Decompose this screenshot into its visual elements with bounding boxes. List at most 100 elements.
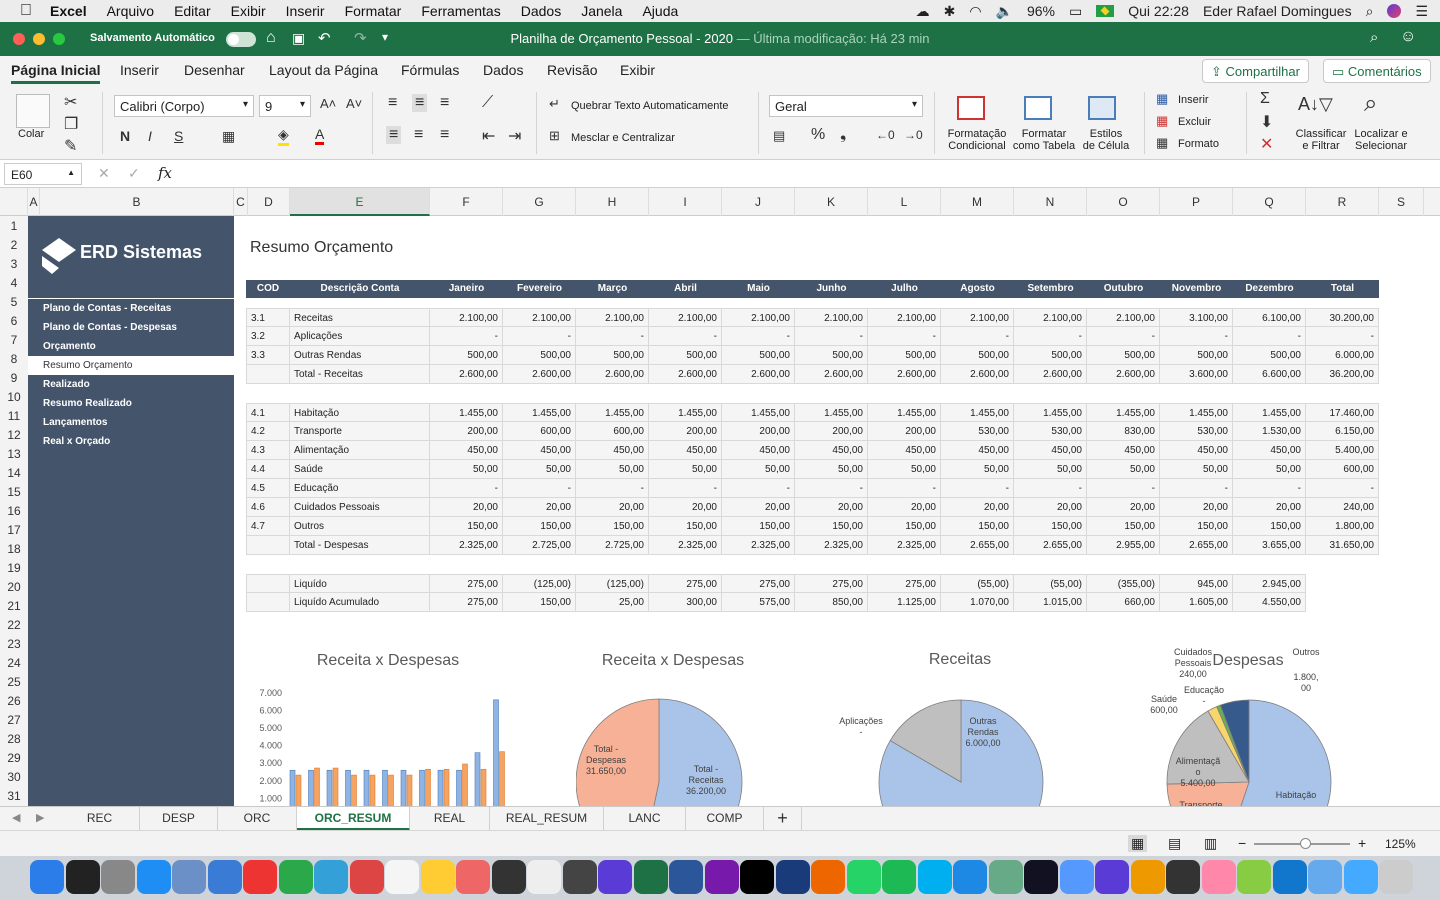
paste-icon[interactable] xyxy=(16,94,50,128)
format-cells-icon[interactable]: ▦ xyxy=(1156,135,1168,151)
table-cell[interactable] xyxy=(246,574,290,593)
bar[interactable] xyxy=(425,768,431,806)
bar[interactable] xyxy=(493,699,499,806)
table-cell[interactable]: - xyxy=(1306,327,1379,346)
copy-icon[interactable]: ❐ xyxy=(64,114,78,134)
table-cell[interactable]: 3.2 xyxy=(246,327,290,346)
paste-label[interactable]: Colar xyxy=(18,128,44,140)
col-header[interactable]: I xyxy=(649,188,722,216)
table-cell[interactable]: - xyxy=(1014,327,1087,346)
table-cell[interactable]: 3.100,00 xyxy=(1160,308,1233,327)
bar[interactable] xyxy=(326,769,333,806)
font-color-icon[interactable]: A xyxy=(315,126,325,145)
table-cell[interactable]: (55,00) xyxy=(1014,574,1087,593)
dock-app-icon[interactable] xyxy=(775,860,810,894)
sidebar-item-realizado[interactable]: Realizado xyxy=(43,379,90,390)
table-cell[interactable]: Receitas xyxy=(290,308,430,327)
dock-app-icon[interactable] xyxy=(1379,860,1413,894)
table-cell[interactable]: - xyxy=(941,327,1014,346)
cell-styles-icon[interactable] xyxy=(1088,96,1116,120)
table-cell[interactable]: 450,00 xyxy=(795,441,868,460)
volume-icon[interactable]: 🔈 xyxy=(996,3,1013,20)
sheet-tab[interactable]: REAL xyxy=(410,807,490,831)
tab-formulas[interactable]: Fórmulas xyxy=(401,62,459,78)
bar[interactable] xyxy=(382,769,388,806)
row-header[interactable]: 31 xyxy=(0,789,28,803)
table-cell[interactable]: 500,00 xyxy=(649,346,722,365)
menu-dados[interactable]: Dados xyxy=(521,3,561,19)
sidebar-item-resumo-realizado[interactable]: Resumo Realizado xyxy=(43,398,132,409)
table-cell[interactable]: 1.015,00 xyxy=(1014,593,1087,612)
row-header[interactable]: 1 xyxy=(0,219,28,233)
table-header-cell[interactable]: Julho xyxy=(868,280,941,298)
table-cell[interactable]: - xyxy=(795,479,868,498)
table-cell[interactable]: - xyxy=(868,479,941,498)
table-cell[interactable]: 500,00 xyxy=(1233,346,1306,365)
table-cell[interactable]: 20,00 xyxy=(649,498,722,517)
row-header[interactable]: 14 xyxy=(0,466,28,480)
table-cell[interactable]: - xyxy=(941,479,1014,498)
dock-app-icon[interactable] xyxy=(385,860,419,894)
table-cell[interactable]: 450,00 xyxy=(868,441,941,460)
table-cell[interactable]: 20,00 xyxy=(722,498,795,517)
table-cell[interactable]: 500,00 xyxy=(795,346,868,365)
table-cell[interactable]: 2.100,00 xyxy=(1087,308,1160,327)
table-cell[interactable]: 2.655,00 xyxy=(1160,536,1233,555)
table-cell[interactable]: - xyxy=(1087,327,1160,346)
bar[interactable] xyxy=(363,769,370,806)
currency-icon[interactable]: ▤ xyxy=(773,128,785,144)
insert-cells-icon[interactable]: ▦ xyxy=(1156,91,1168,107)
zoom-slider-handle[interactable] xyxy=(1300,838,1311,849)
merge-center-button[interactable]: Mesclar e Centralizar xyxy=(571,132,675,144)
table-cell[interactable]: 450,00 xyxy=(503,441,576,460)
sort-filter-icon[interactable]: A↓▽ xyxy=(1298,94,1333,115)
row-header[interactable]: 21 xyxy=(0,599,28,613)
underline-button[interactable]: S xyxy=(174,128,183,144)
table-cell[interactable]: 1.530,00 xyxy=(1233,422,1306,441)
table-cell[interactable]: 2.325,00 xyxy=(649,536,722,555)
row-header[interactable]: 3 xyxy=(0,257,28,271)
table-cell[interactable]: 1.455,00 xyxy=(868,403,941,422)
pie-chart-receita-despesas[interactable]: Total -Receitas 36.200,00Total -Despesas 3… xyxy=(576,690,776,806)
page-layout-icon[interactable]: ▤ xyxy=(1168,835,1181,852)
table-cell[interactable]: 2.955,00 xyxy=(1087,536,1160,555)
dock-app-icon[interactable] xyxy=(1308,860,1342,894)
dock-app-icon[interactable] xyxy=(456,860,490,894)
table-cell[interactable]: - xyxy=(1233,327,1306,346)
table-cell[interactable]: 2.600,00 xyxy=(576,365,649,384)
sheet-title[interactable]: Resumo Orçamento xyxy=(250,239,393,257)
bar[interactable] xyxy=(499,751,505,806)
table-cell[interactable]: 450,00 xyxy=(649,441,722,460)
table-cell[interactable]: Outras Rendas xyxy=(290,346,430,365)
table-cell[interactable]: 5.400,00 xyxy=(1306,441,1379,460)
table-cell[interactable]: - xyxy=(868,327,941,346)
table-cell[interactable]: 450,00 xyxy=(576,441,649,460)
tab-revisao[interactable]: Revisão xyxy=(547,62,598,78)
bar-chart[interactable]: 7.000 6.000 5.000 4.000 3.000 2.000 1.000 xyxy=(246,676,526,806)
table-cell[interactable]: 200,00 xyxy=(649,422,722,441)
table-cell[interactable]: - xyxy=(1306,479,1379,498)
dock-app-icon[interactable] xyxy=(704,860,739,894)
dock-app-icon[interactable] xyxy=(811,860,845,894)
table-cell[interactable]: - xyxy=(576,327,649,346)
table-header-cell[interactable]: Junho xyxy=(795,280,868,298)
dock-app-icon[interactable] xyxy=(491,860,526,894)
dock-app-icon[interactable] xyxy=(207,860,242,894)
table-header-cell[interactable]: COD xyxy=(246,280,290,298)
table-cell[interactable]: 500,00 xyxy=(576,346,649,365)
clear-icon[interactable]: ✕ xyxy=(1260,134,1273,154)
dock-app-icon[interactable] xyxy=(101,860,135,894)
table-cell[interactable]: Liquído xyxy=(290,574,430,593)
bar[interactable] xyxy=(369,774,376,806)
table-cell[interactable] xyxy=(246,365,290,384)
dock-app-icon[interactable] xyxy=(349,860,384,894)
table-cell[interactable]: 1.070,00 xyxy=(941,593,1014,612)
table-cell[interactable]: 200,00 xyxy=(430,422,503,441)
italic-button[interactable]: I xyxy=(148,128,152,144)
table-cell[interactable]: 6.100,00 xyxy=(1233,308,1306,327)
table-cell[interactable]: - xyxy=(649,327,722,346)
table-cell[interactable]: 20,00 xyxy=(1014,498,1087,517)
bar[interactable] xyxy=(314,767,320,806)
user-name[interactable]: Eder Rafael Domingues xyxy=(1203,3,1352,19)
table-header-cell[interactable]: Abril xyxy=(649,280,722,298)
